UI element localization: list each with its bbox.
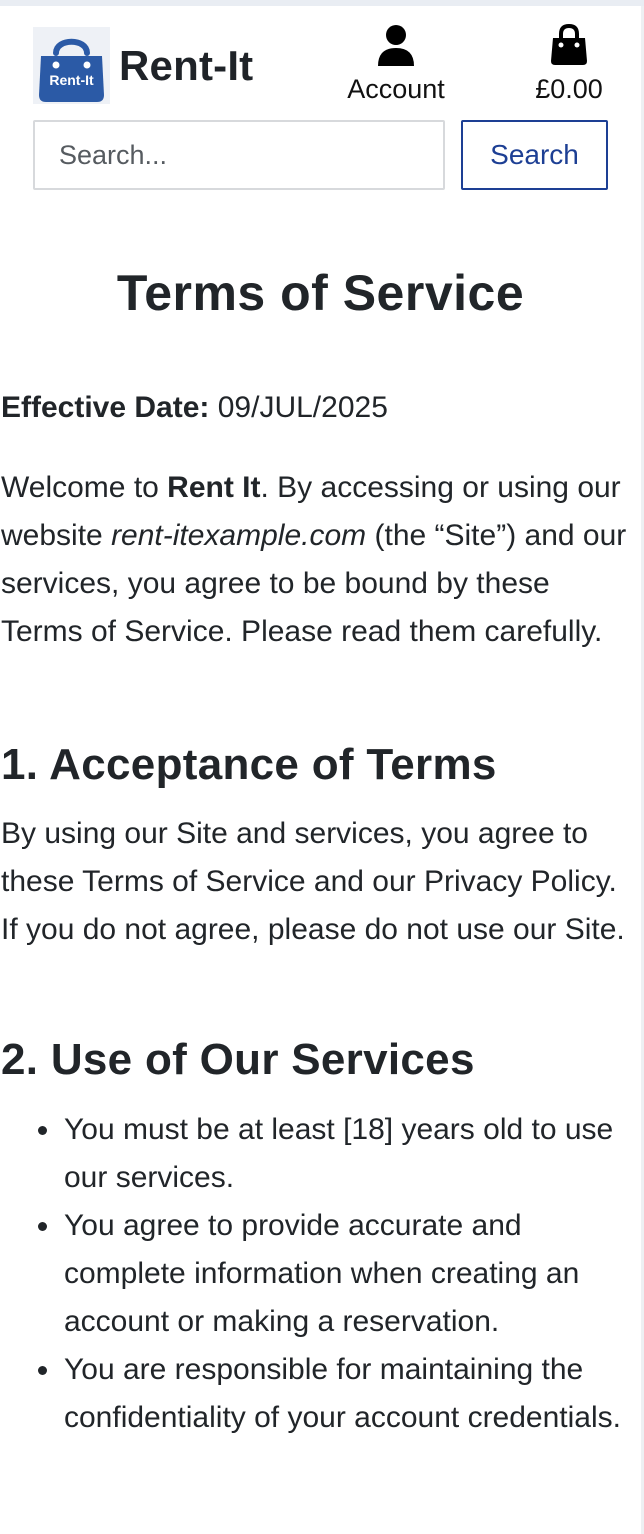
site-header: Rent-It Rent-It Account £0.00 Search: [0, 6, 644, 206]
list-item: You must be at least [18] years old to u…: [0, 1106, 638, 1202]
site-url: rent-itexample.com: [111, 519, 367, 552]
list-item-text: You must be at least [18] years old to u…: [64, 1113, 614, 1194]
brand-name: Rent-It: [119, 41, 254, 89]
shopping-bag-logo-icon: Rent-It: [33, 27, 110, 104]
bullet-dot: [38, 1126, 47, 1135]
intro-before-name: Welcome to: [1, 471, 168, 504]
section-text-acceptance: By using our Site and services, you agre…: [1, 817, 625, 946]
section-heading-use-of-services: 2. Use of Our Services: [1, 1035, 475, 1084]
list-item: You agree to provide accurate and comple…: [0, 1202, 638, 1346]
list-item-text: You agree to provide accurate and comple…: [64, 1209, 580, 1338]
effective-date-value: 09/JUL/2025: [217, 391, 388, 424]
use-of-services-list: You must be at least [18] years old to u…: [0, 1106, 638, 1442]
cart-link[interactable]: £0.00: [524, 24, 614, 105]
user-icon: [378, 25, 414, 66]
search-input[interactable]: [33, 120, 445, 190]
bullet-dot: [38, 1366, 47, 1375]
search-button[interactable]: Search: [461, 120, 608, 190]
intro-paragraph: Welcome to Rent It. By accessing or usin…: [1, 464, 639, 656]
account-link[interactable]: Account: [338, 24, 454, 105]
home-logo-link[interactable]: Rent-It Rent-It: [33, 27, 253, 104]
page-title: Terms of Service: [116, 265, 525, 321]
section-heading-acceptance: 1. Acceptance of Terms: [1, 740, 497, 789]
list-item: You are responsible for maintaining the …: [0, 1346, 638, 1442]
bullet-dot: [38, 1222, 47, 1231]
shopping-bag-icon: [551, 24, 587, 65]
effective-date-label: Effective Date:: [1, 391, 210, 424]
effective-date: Effective Date: 09/JUL/2025: [1, 384, 639, 432]
company-name: Rent It: [167, 471, 261, 504]
account-label: Account: [347, 74, 445, 104]
cart-total: £0.00: [535, 74, 603, 104]
list-item-text: You are responsible for maintaining the …: [64, 1353, 621, 1434]
logo-badge-text: Rent-It: [49, 72, 94, 88]
